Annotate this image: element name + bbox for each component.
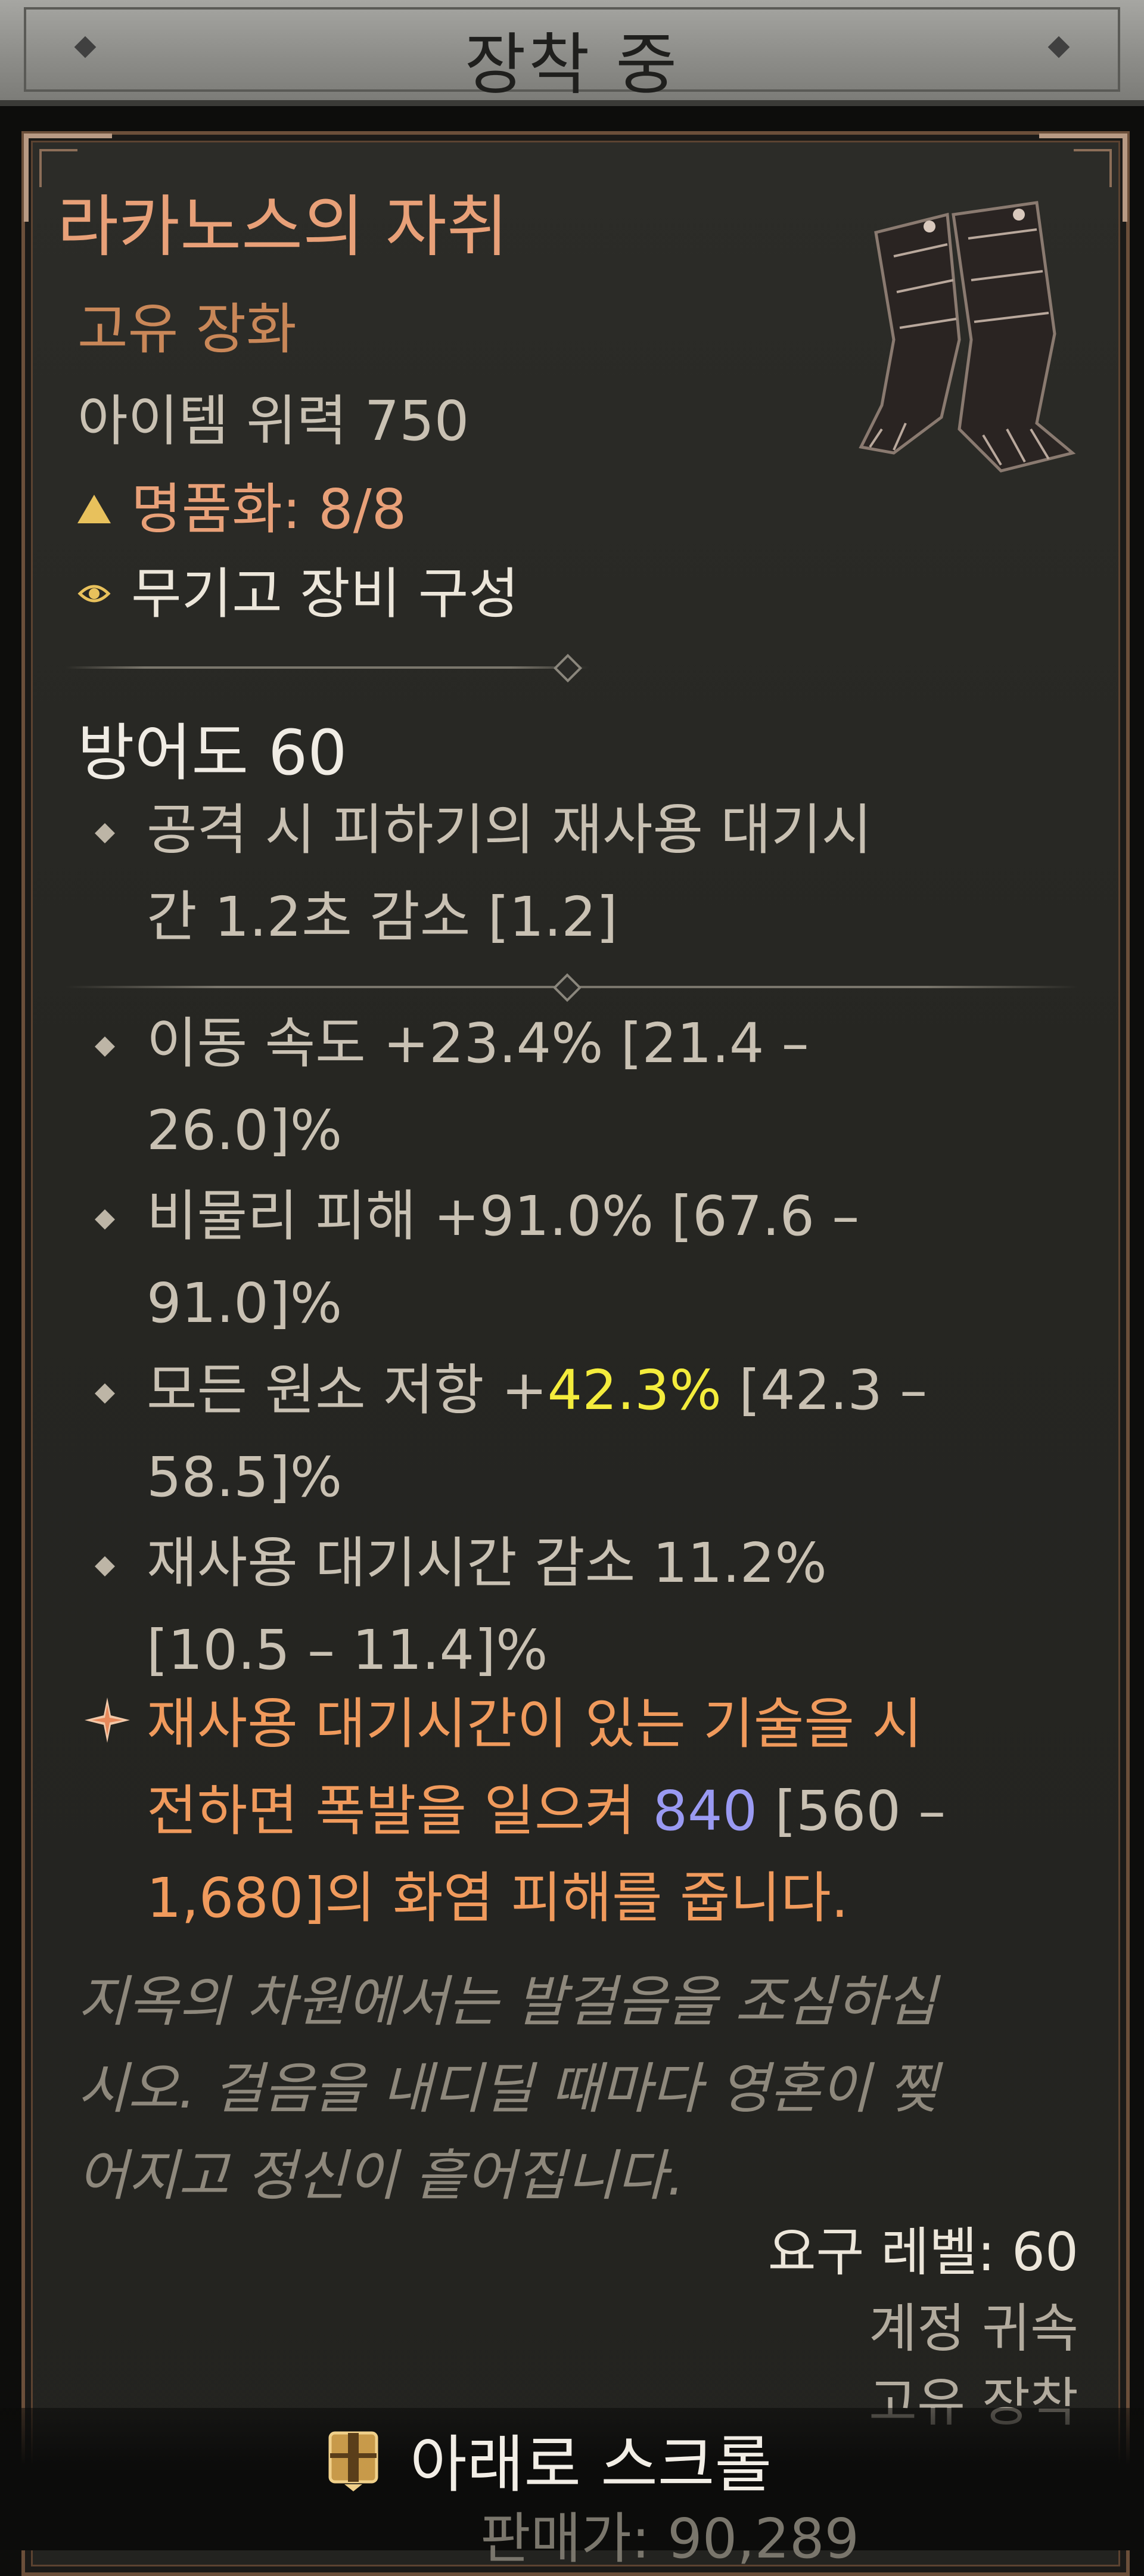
star-icon [85,1697,130,1743]
affix-1-line-1: 이동 속도 +23.4% [21.4 – [147,1011,809,1075]
unique-power-line-1: 재사용 대기시간이 있는 기술을 시 [147,1692,922,1756]
unique-power-value: 840 [652,1779,758,1843]
unique-power-line-3: 1,680]의 화염 피해를 줍니다. [147,1866,849,1930]
armory-label: 무기고 장비 구성 [131,562,519,626]
masterwork-label: 명품화: 8/8 [131,477,407,541]
affix-4-line-1: 재사용 대기시간 감소 11.2% [147,1531,827,1595]
implicit-line-1: 공격 시 피하기의 재사용 대기시 [147,798,872,862]
sell-price: 판매가: 90,289 [480,2507,860,2571]
header-title: 장착 중 [464,26,680,104]
chest-icon [328,2431,378,2491]
flavor-line-3: 어지고 정신이 흩어집니다. [77,2144,685,2208]
scroll-down-label[interactable]: 아래로 스크롤 [410,2414,772,2504]
armory-row: 무기고 장비 구성 [77,550,519,629]
triangle-icon [77,494,111,523]
affix-2-line-2: 91.0]% [147,1271,343,1335]
unique-power-line-2: 전하면 폭발을 일으켜 840 [560 – [147,1779,946,1843]
affix-3-line-1: 모든 원소 저항 +42.3% [42.3 – [147,1358,928,1422]
item-type: 고유 장화 [77,297,297,361]
flavor-line-1: 지옥의 차원에서는 발걸음을 조심하십 [77,1970,937,2034]
divider-top [66,666,590,669]
affix-2-line-1: 비물리 피해 +91.0% [67.6 – [147,1184,860,1248]
item-name: 라카노스의 자취 [57,188,508,266]
masterwork-row: 명품화: 8/8 [77,465,406,544]
implicit-line-2: 간 1.2초 감소 [1.2] [147,885,618,949]
account-bound: 계정 귀속 [869,2298,1078,2359]
flavor-line-2: 시오. 걸음을 내디딜 때마다 영혼이 찢 [77,2057,939,2121]
armor-value: 방어도 60 [77,716,347,789]
tooltip-header: 장착 중 [0,0,1144,106]
affix-1-line-2: 26.0]% [147,1098,343,1162]
boots-icon [859,201,1076,473]
eye-icon [77,585,111,603]
required-level: 요구 레벨: 60 [767,2221,1078,2283]
item-power: 아이템 위력 750 [77,389,470,453]
affix-3-line-2: 58.5]% [147,1445,343,1509]
flavor-text: 지옥의 차원에서는 발걸음을 조심하십 시오. 걸음을 내디딜 때마다 영혼이 … [77,1959,938,2220]
affix-3-highlight: 42.3% [547,1358,722,1422]
